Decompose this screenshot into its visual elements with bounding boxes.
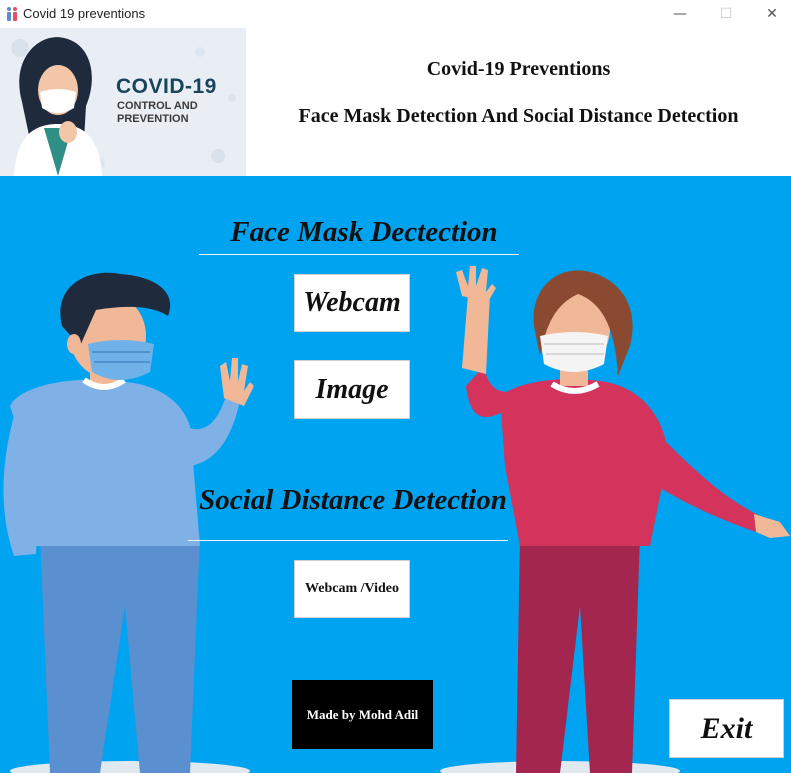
covid-banner: COVID-19 CONTROL AND PREVENTION xyxy=(0,28,246,176)
page-subtitle: Face Mask Detection And Social Distance … xyxy=(298,105,739,127)
main-panel: Face Mask Dectection Webcam Image Social… xyxy=(0,176,791,773)
banner-title: COVID-19 xyxy=(116,75,217,98)
page-title: Covid-19 Preventions xyxy=(426,58,611,80)
close-button[interactable]: ✕ xyxy=(749,0,791,28)
exit-button[interactable]: Exit xyxy=(669,699,784,758)
webcam-button[interactable]: Webcam xyxy=(294,274,410,332)
divider xyxy=(199,254,519,255)
image-button[interactable]: Image xyxy=(294,360,410,419)
credit-label: Made by Mohd Adil xyxy=(292,680,433,749)
divider xyxy=(188,540,508,541)
maximize-button[interactable]: ☐ xyxy=(703,0,749,28)
people-icon xyxy=(7,7,17,21)
webcam-video-button[interactable]: Webcam /Video xyxy=(294,560,410,618)
minimize-button[interactable]: — xyxy=(657,0,703,28)
header: COVID-19 CONTROL AND PREVENTION Covid-19… xyxy=(0,28,791,176)
window-title: Covid 19 preventions xyxy=(23,6,146,21)
app-window: Covid 19 preventions — ☐ ✕ COVID-19 CONT… xyxy=(0,0,791,773)
title-bar: Covid 19 preventions — ☐ ✕ xyxy=(0,0,791,28)
social-distance-section-title: Social Distance Detection xyxy=(199,484,507,516)
face-mask-section-title: Face Mask Dectection xyxy=(230,216,498,248)
banner-subtitle: CONTROL AND PREVENTION xyxy=(117,100,198,125)
